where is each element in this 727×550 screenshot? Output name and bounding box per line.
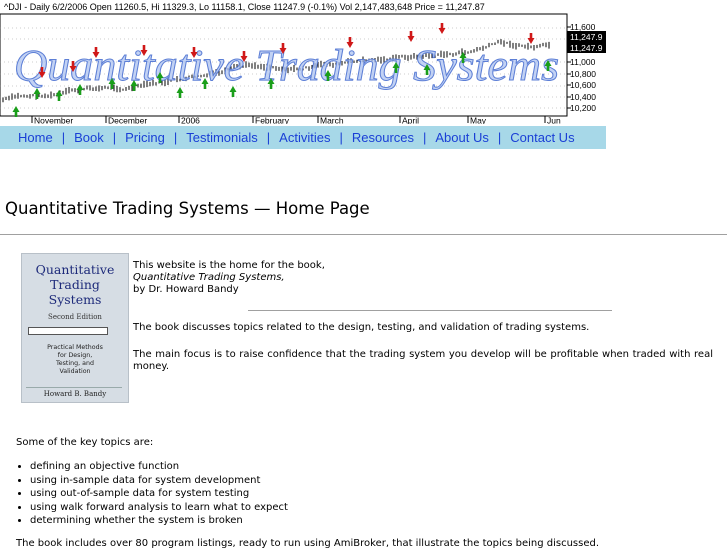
price-label: 10,200	[570, 103, 596, 113]
month-label: Jun	[547, 116, 561, 125]
book-cover-author: Howard B. Bandy	[43, 390, 107, 398]
month-label: November	[34, 116, 73, 125]
paragraph-topics: The book discusses topics related to the…	[133, 322, 590, 333]
list-item: defining an objective function	[30, 460, 288, 474]
book-cover-edition: Second Edition	[48, 313, 102, 321]
banner-chart: ^DJI - Daily 6/2/2006 Open 11260.5, Hi 1…	[0, 0, 606, 124]
book-cover-rule	[26, 387, 122, 388]
month-label: May	[470, 116, 487, 125]
nav-contact-us[interactable]: Contact Us	[501, 130, 583, 145]
month-label: December	[108, 116, 147, 125]
topics-list: defining an objective function using in-…	[0, 460, 288, 528]
nav-book[interactable]: Book	[65, 130, 113, 145]
price-label: 11,000	[570, 57, 596, 67]
nav-activities[interactable]: Activities	[270, 130, 339, 145]
divider	[0, 234, 727, 235]
intro-line-1: This website is the home for the book,	[133, 260, 325, 271]
month-label: February	[255, 116, 290, 125]
price-label: 11,247.9	[570, 43, 603, 53]
intro-book-title: Quantitative Trading Systems,	[133, 272, 285, 283]
book-cover-image[interactable]: Quantitative Trading Systems Second Edit…	[21, 253, 129, 403]
chart-caption: ^DJI - Daily 6/2/2006 Open 11260.5, Hi 1…	[4, 2, 485, 12]
price-label: 11,600	[570, 22, 596, 32]
nav-resources[interactable]: Resources	[343, 130, 423, 145]
divider	[248, 310, 612, 311]
paragraph-main-focus: The main focus is to raise confidence th…	[133, 349, 713, 372]
intro-author: by Dr. Howard Bandy	[133, 284, 239, 295]
paragraph-program-listings: The book includes over 80 program listin…	[16, 538, 600, 549]
month-label: March	[320, 116, 344, 125]
price-label: 11,247.9	[570, 32, 603, 42]
month-label: 2006	[181, 116, 200, 125]
price-label: 10,800	[570, 69, 596, 79]
nav-testimonials[interactable]: Testimonials	[177, 130, 267, 145]
list-item: determining whether the system is broken	[30, 514, 288, 528]
book-cover-subtitle: Practical Methods for Design, Testing, a…	[47, 344, 103, 375]
nav-pricing[interactable]: Pricing	[116, 130, 174, 145]
list-item: using walk forward analysis to learn wha…	[30, 501, 288, 515]
book-cover-title: Quantitative Trading Systems	[35, 262, 115, 307]
main-navigation: Home | Book | Pricing | Testimonials | Activ…	[0, 126, 606, 149]
month-label: April	[402, 116, 419, 125]
nav-home[interactable]: Home	[0, 130, 62, 145]
price-chart: ^DJI - Daily 6/2/2006 Open 11260.5, Hi 1…	[0, 2, 606, 125]
nav-about-us[interactable]: About Us	[426, 130, 497, 145]
list-item: using in-sample data for system developm…	[30, 474, 288, 488]
price-label: 10,400	[570, 92, 596, 102]
list-item: using out-of-sample data for system test…	[30, 487, 288, 501]
page-title: Quantitative Trading Systems — Home Page	[5, 199, 370, 218]
topics-heading: Some of the key topics are:	[16, 437, 154, 448]
intro-text: This website is the home for the book, Q…	[133, 260, 325, 296]
price-label: 10,600	[570, 80, 596, 90]
book-cover-stripe	[28, 327, 108, 335]
